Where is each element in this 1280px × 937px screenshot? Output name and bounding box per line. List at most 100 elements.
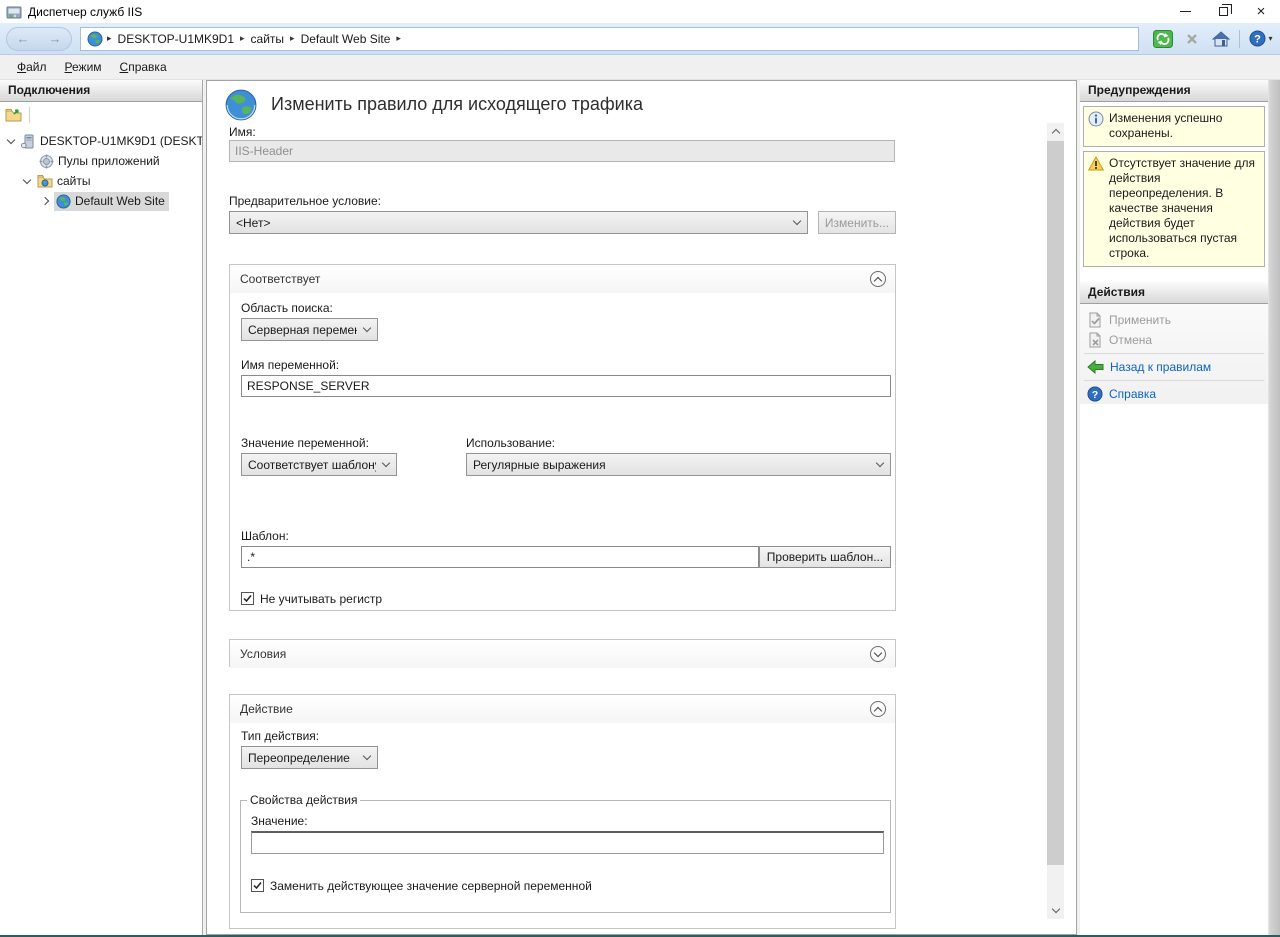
action-section: Действие Тип действия: Переопределение С… bbox=[229, 694, 896, 929]
breadcrumb-server[interactable]: DESKTOP-U1MK9D1 bbox=[118, 32, 234, 46]
expand-section-button[interactable] bbox=[870, 646, 886, 662]
chevron-down-icon bbox=[363, 323, 371, 331]
address-toolbar: ? ▾ bbox=[1147, 28, 1274, 50]
tree-sites-label[interactable]: сайты bbox=[57, 174, 91, 188]
menu-file[interactable]: Файл bbox=[8, 57, 56, 77]
chevron-down-icon bbox=[874, 649, 882, 657]
refresh-button[interactable] bbox=[1150, 28, 1176, 50]
chevron-down-icon bbox=[382, 458, 390, 466]
back-to-rules-label[interactable]: Назад к правилам bbox=[1110, 360, 1211, 374]
back-arrow-icon bbox=[1087, 360, 1104, 374]
help-label[interactable]: Справка bbox=[1109, 387, 1156, 401]
action-section-title: Действие bbox=[240, 702, 293, 716]
help-icon: ? bbox=[1087, 386, 1103, 402]
home-button[interactable] bbox=[1208, 28, 1234, 50]
check-icon bbox=[242, 593, 253, 604]
content-scrollbar[interactable] bbox=[1047, 123, 1064, 919]
restore-button[interactable] bbox=[1204, 0, 1242, 23]
action-type-select[interactable]: Переопределение bbox=[241, 746, 378, 769]
variable-name-input[interactable] bbox=[241, 375, 891, 397]
breadcrumb-separator: ▸ bbox=[290, 33, 295, 44]
precondition-select[interactable]: <Нет> bbox=[229, 211, 808, 234]
breadcrumb-separator: ▸ bbox=[396, 33, 401, 44]
tree-default-site-label[interactable]: Default Web Site bbox=[75, 194, 165, 208]
info-message-text: Изменения успешно сохранены. bbox=[1109, 111, 1260, 141]
help-menu-button[interactable]: ? ▾ bbox=[1248, 28, 1274, 50]
svg-text:?: ? bbox=[1255, 34, 1262, 46]
value-match-select[interactable]: Соответствует шаблону bbox=[241, 453, 397, 476]
address-breadcrumb[interactable]: ▸ DESKTOP-U1MK9D1 ▸ сайты ▸ Default Web … bbox=[80, 27, 1139, 51]
back-nav-icon[interactable]: ← bbox=[17, 32, 30, 45]
pattern-label: Шаблон: bbox=[241, 529, 289, 543]
menu-view[interactable]: Режим bbox=[56, 57, 111, 77]
app-window: Диспетчер служб IIS × ← → ▸ DESKTOP-U1MK… bbox=[0, 0, 1280, 937]
value-match-label: Значение переменной: bbox=[241, 436, 369, 450]
tree-node-app-pools[interactable]: Пулы приложений bbox=[0, 151, 202, 171]
action-properties-legend: Свойства действия bbox=[247, 793, 360, 807]
nav-buttons: ← → bbox=[6, 27, 72, 51]
back-to-rules-action[interactable]: Назад к правилам bbox=[1080, 357, 1268, 377]
connections-toolbar bbox=[0, 102, 202, 128]
help-icon: ? bbox=[1249, 30, 1266, 47]
usage-value: Регулярные выражения bbox=[473, 458, 606, 472]
menu-help[interactable]: Справка bbox=[111, 57, 176, 77]
help-caret-icon: ▾ bbox=[1268, 34, 1272, 43]
breadcrumb-separator: ▸ bbox=[107, 33, 112, 44]
info-icon bbox=[1088, 111, 1104, 141]
app-icon bbox=[6, 4, 22, 20]
minimize-button[interactable] bbox=[1166, 0, 1204, 23]
main-layout: Подключения DESKTOP-U1MK9D1 (DESKTOP bbox=[0, 80, 1280, 935]
ignore-case-label[interactable]: Не учитывать регистр bbox=[260, 592, 382, 606]
scroll-down-button[interactable] bbox=[1047, 902, 1064, 919]
action-value-input[interactable] bbox=[251, 831, 884, 854]
actions-separator bbox=[1084, 380, 1264, 381]
chevron-down-icon bbox=[876, 458, 884, 466]
breadcrumb-sites[interactable]: сайты bbox=[251, 32, 285, 46]
warning-message: Отсутствует значение для действия переоп… bbox=[1083, 151, 1265, 267]
tree-node-server[interactable]: DESKTOP-U1MK9D1 (DESKTOP bbox=[0, 131, 202, 151]
tree-node-sites[interactable]: сайты bbox=[0, 171, 202, 191]
chevron-down-icon[interactable] bbox=[23, 175, 31, 183]
replace-value-checkbox[interactable] bbox=[251, 879, 264, 892]
apply-action: Применить bbox=[1080, 310, 1268, 330]
chevron-right-icon[interactable] bbox=[41, 197, 49, 205]
collapse-section-button[interactable] bbox=[870, 701, 886, 717]
svg-text:?: ? bbox=[1092, 390, 1098, 401]
close-button[interactable]: × bbox=[1242, 0, 1280, 23]
test-pattern-button[interactable]: Проверить шаблон... bbox=[759, 546, 891, 568]
home-icon bbox=[1212, 31, 1230, 47]
toolbar-separator bbox=[1239, 30, 1240, 48]
actions-header: Действия bbox=[1080, 282, 1268, 304]
help-action[interactable]: ? Справка bbox=[1080, 384, 1268, 404]
ignore-case-checkbox[interactable] bbox=[241, 592, 254, 605]
conditions-section: Условия bbox=[229, 639, 896, 667]
breadcrumb-separator: ▸ bbox=[240, 33, 245, 44]
warnings-header: Предупреждения bbox=[1080, 80, 1268, 102]
apply-icon bbox=[1087, 312, 1103, 328]
chevron-up-icon bbox=[874, 277, 882, 285]
cancel-icon bbox=[1087, 332, 1103, 348]
tree-node-default-web-site[interactable]: Default Web Site bbox=[0, 191, 202, 211]
collapse-section-button[interactable] bbox=[870, 271, 886, 287]
tree-app-pools-label[interactable]: Пулы приложений bbox=[58, 154, 160, 168]
pattern-input[interactable] bbox=[241, 546, 759, 568]
replace-value-label[interactable]: Заменить действующее значение серверной … bbox=[270, 879, 592, 893]
actions-list: Применить Отмена Назад к правилам bbox=[1080, 304, 1268, 404]
usage-select[interactable]: Регулярные выражения bbox=[466, 453, 891, 476]
save-connection-icon[interactable] bbox=[5, 107, 23, 123]
application-pools-icon bbox=[39, 154, 54, 169]
scope-value: Серверная переменн bbox=[248, 323, 357, 337]
breadcrumb-default-web-site[interactable]: Default Web Site bbox=[301, 32, 391, 46]
warning-icon bbox=[1088, 156, 1104, 261]
scroll-up-button[interactable] bbox=[1047, 123, 1064, 140]
forward-nav-icon[interactable]: → bbox=[49, 32, 62, 45]
scope-select[interactable]: Серверная переменн bbox=[241, 318, 378, 341]
chevron-down-icon[interactable] bbox=[7, 135, 15, 143]
tree-server-label[interactable]: DESKTOP-U1MK9D1 (DESKTOP bbox=[40, 134, 202, 148]
actions-separator bbox=[1084, 353, 1264, 354]
scrollbar-thumb[interactable] bbox=[1047, 141, 1064, 865]
selected-tree-item[interactable]: Default Web Site bbox=[54, 192, 169, 211]
match-section-title: Соответствует bbox=[240, 272, 320, 286]
action-type-label: Тип действия: bbox=[241, 729, 319, 743]
match-section: Соответствует Область поиска: Серверная … bbox=[229, 264, 896, 611]
